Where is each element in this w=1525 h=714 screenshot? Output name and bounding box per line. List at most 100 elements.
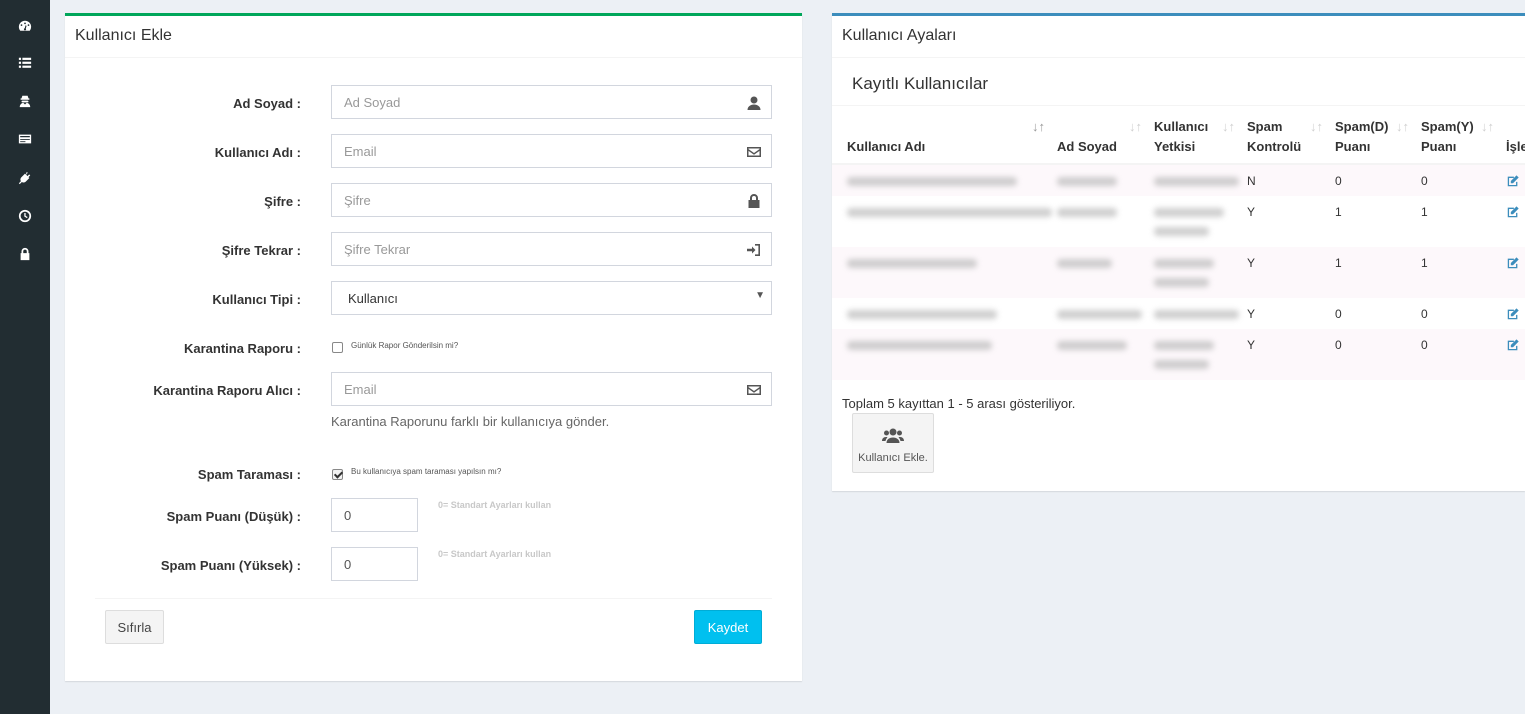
spam-high-input[interactable]: 0 (331, 547, 418, 581)
clock-icon[interactable] (16, 207, 34, 225)
quarantine-report-checkbox-label: Günlük Rapor Gönderilsin mi? (351, 341, 459, 350)
column-fullname[interactable]: Ad Soyad (1057, 137, 1117, 157)
save-button[interactable]: Kaydet (694, 610, 762, 644)
spam-high-cell: 1 (1421, 205, 1428, 219)
blurred-fullname (1057, 259, 1112, 268)
table-row: N 0 0 (832, 165, 1525, 196)
panel-header-divider (832, 57, 1525, 58)
spam-high-cell: 0 (1421, 174, 1428, 188)
blurred-username (847, 259, 977, 268)
column-spamy-line-1: Spam(Y) (1421, 119, 1474, 134)
spam-scan-label: Spam Taraması : (197, 467, 301, 482)
quarantine-recipient-label: Karantina Raporu Alıcı : (153, 383, 301, 398)
name-input[interactable] (332, 86, 771, 118)
spam-low-cell: 1 (1335, 256, 1342, 270)
username-input[interactable] (332, 135, 771, 167)
column-spam-line-2: Kontrolü (1247, 139, 1302, 154)
edit-icon[interactable] (1506, 307, 1520, 321)
edit-icon[interactable] (1506, 205, 1520, 219)
username-label: Kullanıcı Adı : (214, 145, 301, 160)
panel-title: Kullanıcı Ekle (75, 27, 172, 44)
blurred-permission (1154, 208, 1224, 217)
user-type-select[interactable]: Kullanıcı ▼ (331, 281, 772, 315)
spam-low-cell: 0 (1335, 174, 1342, 188)
table-row: Y 1 1 (832, 196, 1525, 247)
column-spamd-line-2: Puanı (1335, 139, 1371, 154)
name-field[interactable] (331, 85, 772, 119)
column-username[interactable]: Kullanıcı Adı (847, 137, 925, 157)
caret-down-icon: ▼ (755, 290, 765, 301)
spam-control-cell: Y (1247, 256, 1256, 270)
add-user-button-label: Kullanıcı Ekle. (858, 452, 928, 464)
password-field[interactable] (331, 183, 772, 217)
blurred-permission (1154, 310, 1239, 319)
column-spam-control[interactable]: Spam Kontrolü (1247, 117, 1301, 157)
lock-icon[interactable] (16, 245, 34, 263)
spam-high-cell: 1 (1421, 256, 1428, 270)
panel-header-divider (65, 57, 802, 58)
sort-icon[interactable]: ↓↑ (1310, 119, 1323, 134)
blurred-username (847, 208, 1052, 217)
sort-icon[interactable]: ↓↑ (1396, 119, 1409, 134)
table-row: Y 1 1 (832, 247, 1525, 298)
spam-low-cell: 0 (1335, 338, 1342, 352)
password-input[interactable] (332, 184, 771, 216)
edit-icon[interactable] (1506, 338, 1520, 352)
spam-scan-checkbox[interactable] (332, 469, 343, 480)
spam-low-cell: 0 (1335, 307, 1342, 321)
users-icon (882, 428, 904, 443)
table-row: Y 0 0 (832, 298, 1525, 329)
list-icon[interactable] (16, 54, 34, 72)
column-spam-high[interactable]: Spam(Y) Puanı (1421, 117, 1474, 157)
blurred-username (847, 177, 1017, 186)
blurred-username (847, 341, 992, 350)
user-secret-icon[interactable] (16, 92, 34, 110)
spam-high-cell: 0 (1421, 307, 1428, 321)
edit-icon[interactable] (1506, 256, 1520, 270)
column-spamy-line-2: Puanı (1421, 139, 1457, 154)
add-user-panel: Kullanıcı Ekle Ad Soyad : Kullanıcı Adı … (65, 13, 802, 681)
quarantine-recipient-input[interactable] (332, 373, 771, 405)
column-permission[interactable]: Kullanıcı Yetkisi (1154, 117, 1208, 157)
spam-control-cell: Y (1247, 338, 1256, 352)
sort-asc-icon[interactable]: ↓↑ (1032, 119, 1045, 134)
envelope-icon (746, 144, 762, 160)
plug-icon[interactable] (16, 169, 34, 187)
spam-high-hint: 0= Standart Ayarları kullan (438, 549, 552, 559)
add-user-button[interactable]: Kullanıcı Ekle. (852, 413, 934, 473)
sort-icon[interactable]: ↓↑ (1222, 119, 1235, 134)
password-repeat-input[interactable] (332, 233, 771, 265)
envelope-icon (746, 382, 762, 398)
user-type-value: Kullanıcı (348, 291, 398, 306)
user-settings-panel: Kullanıcı Ayaları Kayıtlı Kullanıcılar K… (832, 13, 1525, 491)
quarantine-report-checkbox[interactable] (332, 342, 343, 353)
spam-control-cell: Y (1247, 205, 1256, 219)
blurred-fullname (1057, 208, 1117, 217)
card-icon[interactable] (16, 130, 34, 148)
spam-high-label: Spam Puanı (Yüksek) : (160, 558, 301, 573)
sort-icon[interactable]: ↓↑ (1129, 119, 1142, 134)
dashboard-icon[interactable] (16, 17, 34, 35)
sidebar (0, 0, 50, 714)
column-spam-line-1: Spam (1247, 119, 1283, 134)
blurred-fullname (1057, 310, 1142, 319)
reset-button[interactable]: Sıfırla (105, 610, 164, 644)
quarantine-recipient-field[interactable] (331, 372, 772, 406)
blurred-permission (1154, 341, 1214, 350)
password-repeat-field[interactable] (331, 232, 772, 266)
blurred-permission (1154, 360, 1209, 369)
username-field[interactable] (331, 134, 772, 168)
column-spam-low[interactable]: Spam(D) Puanı (1335, 117, 1388, 157)
column-permission-line-2: Yetkisi (1154, 139, 1196, 154)
sign-in-icon (746, 242, 762, 258)
blurred-username (847, 310, 997, 319)
spam-low-hint: 0= Standart Ayarları kullan (438, 500, 552, 510)
sort-icon[interactable]: ↓↑ (1481, 119, 1494, 134)
spam-low-input[interactable]: 0 (331, 498, 418, 532)
user-icon (746, 95, 762, 111)
edit-icon[interactable] (1506, 174, 1520, 188)
blurred-permission (1154, 177, 1239, 186)
quarantine-recipient-help: Karantina Raporunu farklı bir kullanıcıy… (331, 414, 610, 429)
blurred-fullname (1057, 341, 1127, 350)
form-footer-divider (95, 598, 772, 599)
